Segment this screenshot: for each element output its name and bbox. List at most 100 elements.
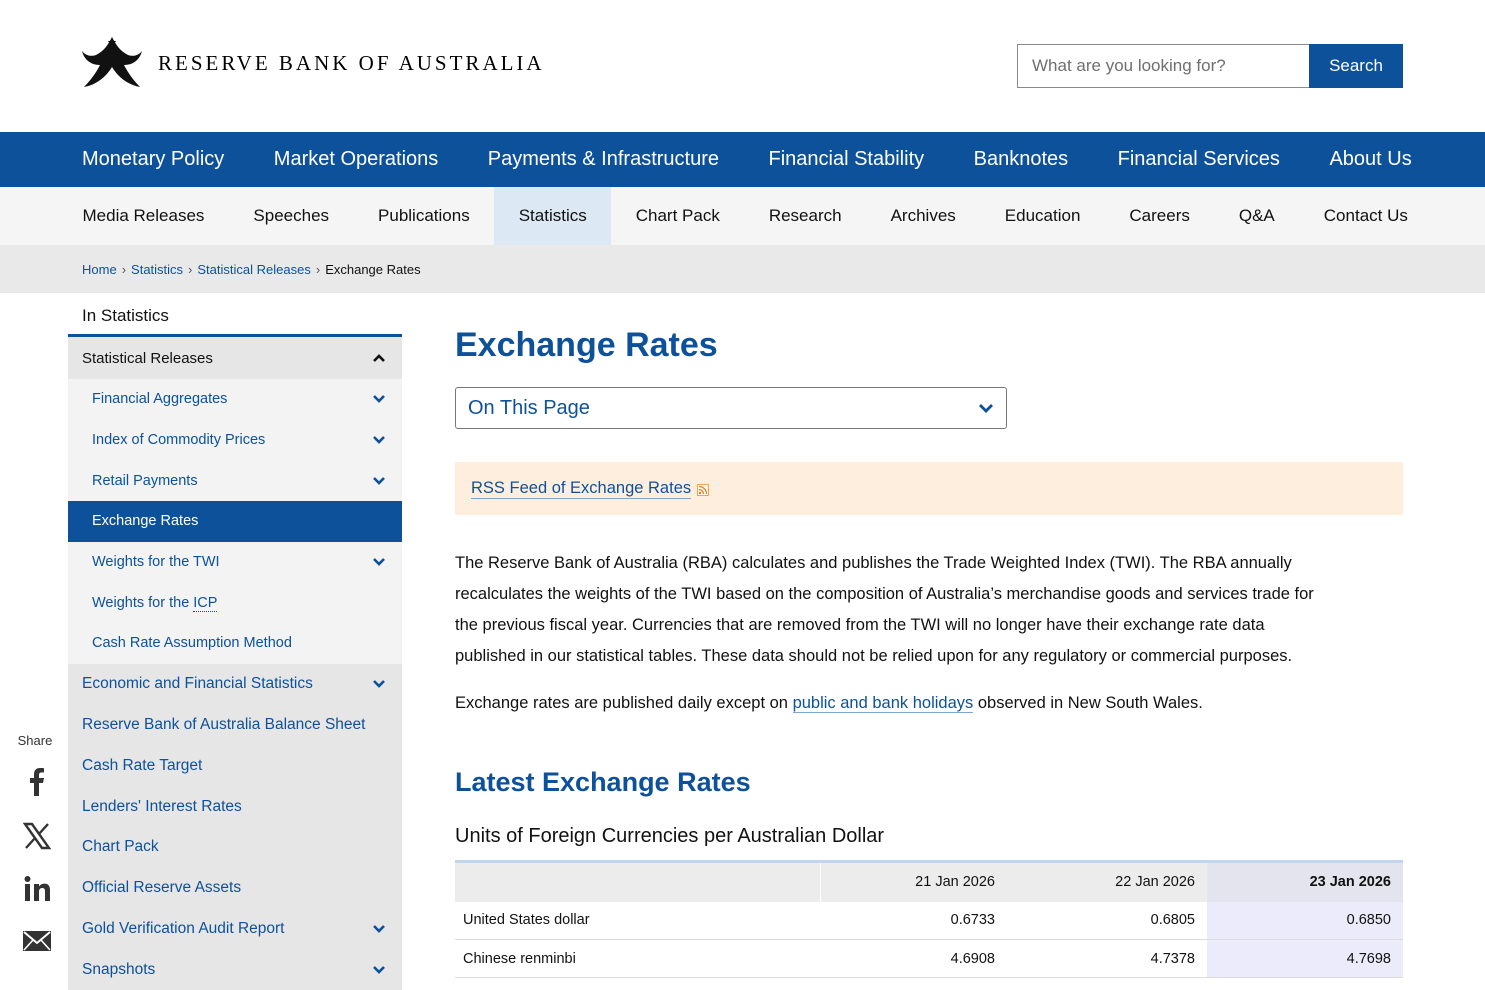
sidebar: In Statistics Statistical Releases Finan…	[68, 293, 402, 990]
chevron-down-icon[interactable]	[372, 555, 386, 569]
facebook-icon[interactable]	[22, 766, 52, 796]
sidebar-item-lenders-interest-rates[interactable]: Lenders' Interest Rates	[68, 786, 402, 827]
page-title: Exchange Rates	[455, 326, 718, 364]
table-cell-rate: 4.7378	[1007, 939, 1207, 978]
sidebar-item-official-reserve-assets[interactable]: Official Reserve Assets	[68, 868, 402, 909]
chevron-down-icon[interactable]	[372, 392, 386, 406]
secondary-nav-media-releases[interactable]: Media Releases	[58, 187, 229, 245]
breadcrumb-bar: Home › Statistics › Statistical Releases…	[0, 245, 1485, 293]
table-cell-rate-latest: 0.6850	[1207, 901, 1403, 940]
chevron-down-icon	[979, 404, 993, 413]
sidebar-item-label: Cash Rate Assumption Method	[92, 635, 292, 652]
primary-nav-monetary-policy[interactable]: Monetary Policy	[82, 148, 224, 171]
table-cell-rate: 0.6805	[1007, 901, 1207, 940]
publication-note-text-end: observed in New South Wales.	[973, 694, 1203, 712]
breadcrumb-statistics[interactable]: Statistics	[131, 262, 183, 277]
sidebar-item-rba-balance-sheet[interactable]: Reserve Bank of Australia Balance Sheet	[68, 705, 402, 746]
site-search: Search	[1017, 44, 1403, 88]
secondary-nav-speeches[interactable]: Speeches	[229, 187, 354, 245]
sidebar-item-cash-rate-assumption-method[interactable]: Cash Rate Assumption Method	[68, 623, 402, 664]
section-title-latest-exchange-rates: Latest Exchange Rates	[455, 767, 751, 797]
sidebar-group-statistical-releases[interactable]: Statistical Releases	[68, 337, 402, 379]
sidebar-item-label: Snapshots	[82, 960, 156, 978]
sidebar-item-label: Official Reserve Assets	[82, 879, 242, 897]
table-header-row: 21 Jan 2026 22 Jan 2026 23 Jan 2026	[455, 861, 1403, 902]
secondary-nav-publications[interactable]: Publications	[354, 187, 495, 245]
sidebar-item-label: Weights for the ICP	[92, 594, 218, 612]
publication-note: Exchange rates are published daily excep…	[455, 688, 1355, 719]
sidebar-item-label: Chart Pack	[82, 838, 159, 856]
icp-abbreviation: ICP	[193, 594, 218, 612]
sidebar-item-economic-and-financial-statistics[interactable]: Economic and Financial Statistics	[68, 664, 402, 705]
sidebar-heading: In Statistics	[68, 293, 402, 337]
sidebar-item-index-of-commodity-prices[interactable]: Index of Commodity Prices	[68, 420, 402, 461]
rba-logo[interactable]: RESERVE BANK OF AUSTRALIA	[82, 37, 545, 89]
sidebar-item-label: Gold Verification Audit Report	[82, 919, 285, 937]
sidebar-item-label: Reserve Bank of Australia Balance Sheet	[82, 716, 366, 733]
secondary-nav-statistics[interactable]: Statistics	[494, 187, 612, 245]
chevron-down-icon[interactable]	[372, 433, 386, 447]
secondary-nav-archives[interactable]: Archives	[866, 187, 980, 245]
chevron-down-icon[interactable]	[372, 963, 386, 977]
primary-nav: Monetary Policy Market Operations Paymen…	[0, 132, 1485, 187]
exchange-rates-table: 21 Jan 2026 22 Jan 2026 23 Jan 2026 Unit…	[455, 860, 1403, 978]
rss-feed-link[interactable]: RSS Feed of Exchange Rates	[471, 479, 692, 499]
chevron-down-icon[interactable]	[372, 474, 386, 488]
primary-nav-about-us[interactable]: About Us	[1329, 148, 1411, 171]
secondary-nav-qa[interactable]: Q&A	[1214, 187, 1299, 245]
secondary-nav-education[interactable]: Education	[980, 187, 1105, 245]
on-this-page-dropdown[interactable]: On This Page	[455, 387, 1007, 429]
primary-nav-banknotes[interactable]: Banknotes	[974, 148, 1069, 171]
chevron-down-icon[interactable]	[372, 677, 386, 691]
table-row: Chinese renminbi 4.6908 4.7378 4.7698	[455, 939, 1403, 978]
primary-nav-market-operations[interactable]: Market Operations	[274, 148, 439, 171]
rss-icon[interactable]	[697, 483, 710, 496]
secondary-nav-careers[interactable]: Careers	[1105, 187, 1214, 245]
table-cell-rate-latest: 4.7698	[1207, 939, 1403, 978]
table-header-date: 21 Jan 2026	[819, 861, 1007, 902]
x-icon[interactable]	[22, 821, 52, 851]
sidebar-item-label: Economic and Financial Statistics	[82, 675, 313, 693]
primary-nav-financial-stability[interactable]: Financial Stability	[769, 148, 925, 171]
sidebar-item-snapshots[interactable]: Snapshots	[68, 949, 402, 990]
sidebar-item-label: Index of Commodity Prices	[92, 432, 266, 449]
sidebar-item-weights-for-the-twi[interactable]: Weights for the TWI	[68, 542, 402, 583]
breadcrumb-separator: ›	[121, 262, 127, 277]
public-bank-holidays-link[interactable]: public and bank holidays	[792, 694, 974, 713]
sidebar-item-financial-aggregates[interactable]: Financial Aggregates	[68, 379, 402, 420]
sidebar-item-weights-for-the-icp[interactable]: Weights for the ICP	[68, 582, 402, 623]
label-prefix: Weights for the	[92, 594, 194, 611]
search-input[interactable]	[1017, 44, 1309, 88]
secondary-nav-research[interactable]: Research	[744, 187, 866, 245]
breadcrumb-current: Exchange Rates	[325, 262, 421, 277]
sidebar-item-gold-verification-audit-report[interactable]: Gold Verification Audit Report	[68, 909, 402, 950]
sidebar-item-retail-payments[interactable]: Retail Payments	[68, 460, 402, 501]
site-header: RESERVE BANK OF AUSTRALIA Search	[0, 0, 1485, 132]
primary-nav-payments-infrastructure[interactable]: Payments & Infrastructure	[488, 148, 719, 171]
secondary-nav-contact-us[interactable]: Contact Us	[1299, 187, 1432, 245]
chevron-up-icon[interactable]	[372, 351, 386, 365]
sidebar-item-cash-rate-target[interactable]: Cash Rate Target	[68, 745, 402, 786]
share-label: Share	[17, 733, 53, 748]
breadcrumb-home[interactable]: Home	[82, 262, 117, 277]
sidebar-item-label: Lenders' Interest Rates	[82, 797, 242, 815]
breadcrumb: Home › Statistics › Statistical Releases…	[82, 262, 421, 277]
table-header-date-latest: 23 Jan 2026	[1207, 861, 1403, 902]
sidebar-item-exchange-rates[interactable]: Exchange Rates	[68, 501, 402, 542]
linkedin-icon[interactable]	[22, 874, 52, 904]
secondary-nav: Media Releases Speeches Publications Sta…	[0, 187, 1485, 245]
table-cell-rate: 0.6733	[820, 901, 1007, 940]
chevron-down-icon[interactable]	[372, 922, 386, 936]
intro-paragraph: The Reserve Bank of Australia (RBA) calc…	[455, 554, 1314, 665]
sidebar-top-items: Economic and Financial Statistics Reserv…	[68, 663, 402, 990]
secondary-nav-chart-pack[interactable]: Chart Pack	[611, 187, 744, 245]
search-button[interactable]: Search	[1309, 44, 1403, 88]
table-cell-rate: 4.6908	[820, 939, 1007, 978]
table-cell-currency: United States dollar	[455, 901, 820, 940]
sidebar-item-chart-pack[interactable]: Chart Pack	[68, 827, 402, 868]
breadcrumb-statistical-releases[interactable]: Statistical Releases	[197, 262, 310, 277]
email-icon[interactable]	[22, 926, 52, 956]
sidebar-item-label: Exchange Rates	[92, 513, 199, 530]
primary-nav-financial-services[interactable]: Financial Services	[1118, 148, 1280, 171]
rss-callout: RSS Feed of Exchange Rates	[455, 462, 1403, 515]
